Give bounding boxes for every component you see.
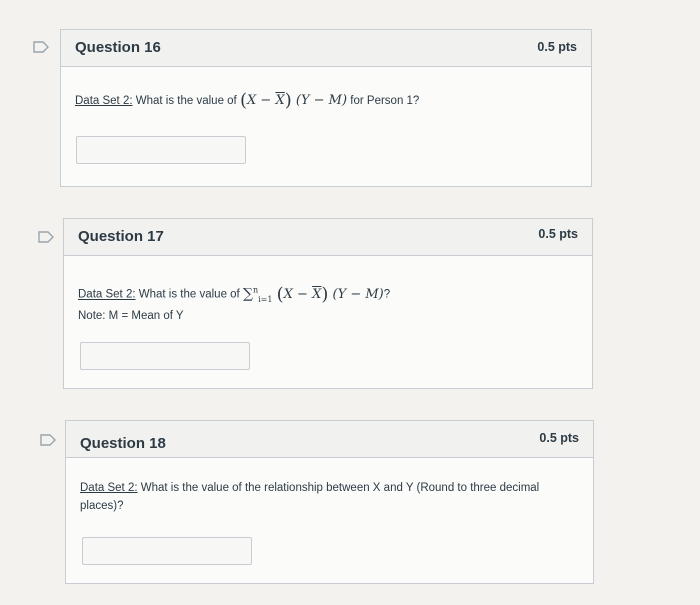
prompt-before: What is the value of	[135, 95, 237, 107]
prompt-after: for Person 1?	[350, 95, 420, 107]
answer-input[interactable]	[76, 136, 246, 164]
question-title: Question 18	[80, 435, 166, 452]
question-points: 0.5 pts	[537, 40, 577, 54]
answer-input[interactable]	[82, 537, 252, 565]
question-text: Data Set 2: What is the value of the rel…	[80, 479, 573, 515]
question-header: Question 18 0.5 pts	[66, 421, 593, 458]
question-16: Question 16 0.5 pts Data Set 2: What is …	[60, 29, 592, 187]
flag-icon[interactable]	[38, 231, 54, 243]
question-title: Question 17	[78, 228, 164, 245]
question-header: Question 16 0.5 pts	[61, 30, 591, 67]
prompt: What is the value of the relationship be…	[80, 482, 540, 512]
question-header: Question 17 0.5 pts	[64, 219, 592, 256]
dataset-label: Data Set 2:	[78, 288, 136, 301]
note-text: Note: M = Mean of Y	[78, 310, 184, 322]
dataset-label: Data Set 2:	[75, 95, 133, 107]
question-17: Question 17 0.5 pts Data Set 2: What is …	[63, 218, 593, 389]
dataset-label: Data Set 2:	[80, 482, 138, 494]
question-text: Data Set 2: What is the value of (X − X)…	[75, 92, 577, 110]
flag-icon[interactable]	[40, 434, 56, 446]
question-points: 0.5 pts	[538, 227, 578, 241]
math-expression: (X − X) (Y − M)	[239, 90, 348, 111]
prompt-before: What is the value of	[138, 288, 240, 301]
question-title: Question 16	[75, 39, 161, 56]
answer-input[interactable]	[80, 342, 250, 370]
question-text: Data Set 2: What is the value of ∑ni=1 (…	[78, 281, 578, 308]
question-points: 0.5 pts	[539, 431, 579, 445]
question-18: Question 18 0.5 pts Data Set 2: What is …	[65, 420, 594, 584]
flag-icon[interactable]	[33, 41, 49, 53]
math-expression: ∑ni=1 (X − X) (Y − M)	[242, 283, 384, 305]
prompt-after: ?	[383, 288, 391, 301]
